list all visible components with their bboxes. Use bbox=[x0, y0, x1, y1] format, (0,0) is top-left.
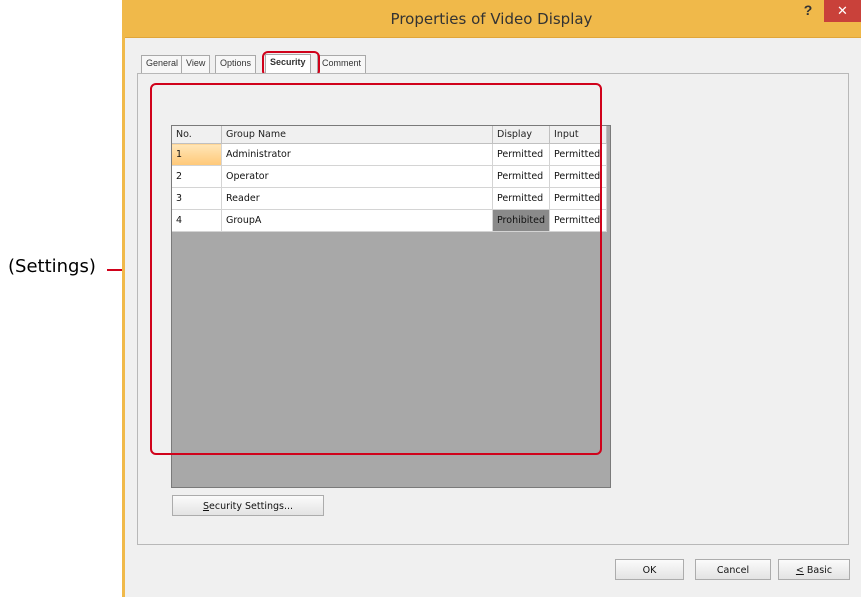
dialog-title: Properties of Video Display bbox=[390, 10, 593, 28]
tab-general[interactable]: General bbox=[141, 55, 184, 74]
basic-button[interactable]: < Basic bbox=[778, 559, 850, 580]
tab-view[interactable]: View bbox=[181, 55, 211, 74]
tab-comment[interactable]: Comment bbox=[317, 55, 367, 74]
help-button[interactable]: ? bbox=[794, 2, 822, 22]
dialog-body: General View Options Security Comment No… bbox=[125, 37, 861, 597]
title-bar: Properties of Video Display ? ✕ bbox=[122, 0, 861, 37]
cancel-button[interactable]: Cancel bbox=[695, 559, 771, 580]
settings-highlight-box bbox=[150, 83, 602, 455]
properties-dialog: Properties of Video Display ? ✕ General … bbox=[122, 0, 861, 597]
close-button[interactable]: ✕ bbox=[824, 0, 861, 22]
basic-label: Basic bbox=[803, 565, 833, 576]
security-settings-button[interactable]: Security Settings... bbox=[172, 495, 324, 516]
ok-button[interactable]: OK bbox=[615, 559, 684, 580]
basic-mnemonic: < bbox=[795, 565, 804, 576]
tab-options[interactable]: Options bbox=[215, 55, 257, 74]
security-settings-label: ecurity Settings... bbox=[209, 501, 294, 512]
settings-callout-label: (Settings) bbox=[8, 256, 96, 277]
